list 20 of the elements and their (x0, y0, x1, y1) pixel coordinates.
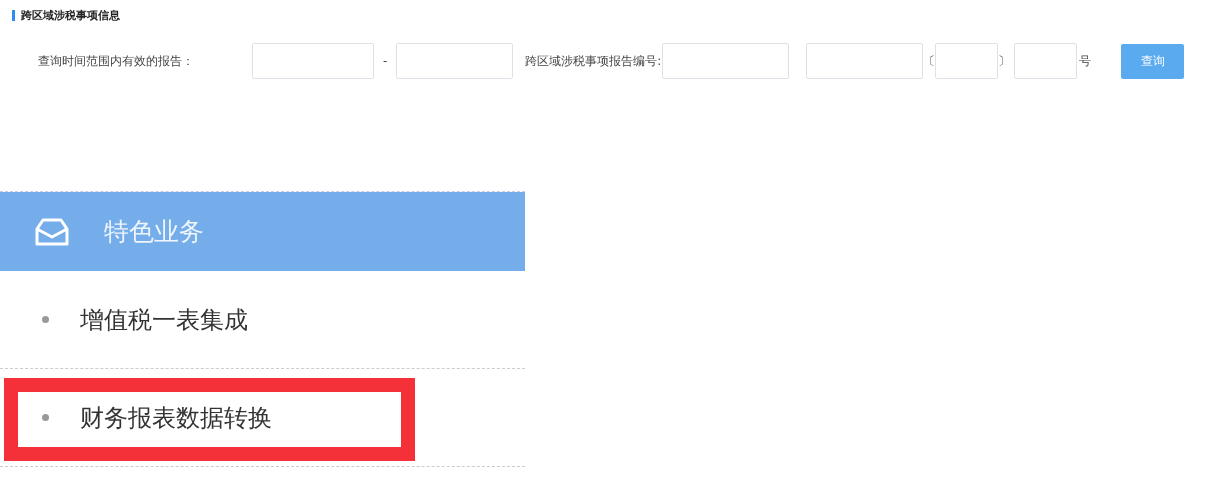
open-bracket: 〔 (923, 52, 936, 70)
report-prefix-field[interactable] (806, 43, 924, 79)
report-year-field[interactable] (935, 43, 999, 79)
close-bracket: 〕 (998, 52, 1011, 70)
end-date-field[interactable] (396, 43, 514, 79)
start-date-field[interactable] (252, 43, 374, 79)
bullet-icon (42, 316, 49, 323)
date-range-label: 查询时间范围内有效的报告： (38, 52, 195, 70)
bullet-icon (42, 414, 49, 421)
menu-item[interactable]: 财务报表数据转换 (80, 401, 272, 434)
header-title: 特色业务 (104, 216, 204, 248)
report-serial-field[interactable] (1014, 43, 1078, 79)
title-accent-bar (12, 10, 15, 21)
menu-item[interactable]: 增值税一表集成 (80, 303, 248, 336)
date-separator: - (383, 54, 388, 68)
report-number-label: 跨区域涉税事项报告编号: (525, 52, 662, 70)
report-number-field[interactable] (662, 43, 790, 79)
section-title: 跨区域涉税事项信息 (21, 8, 120, 23)
inbox-icon (34, 216, 70, 247)
number-suffix: 号 (1079, 52, 1092, 70)
